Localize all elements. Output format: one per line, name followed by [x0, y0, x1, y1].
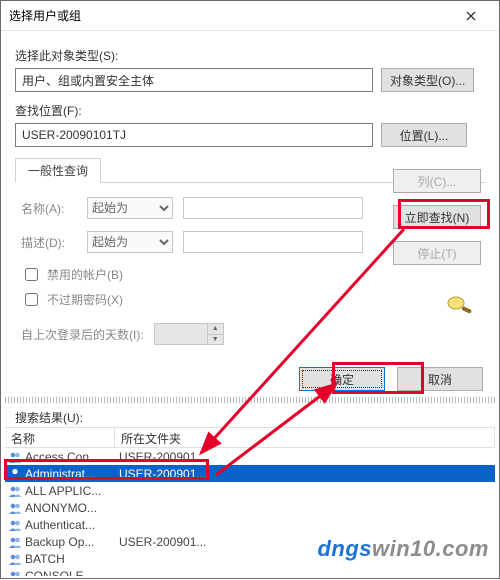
- name-label: 名称(A):: [21, 200, 77, 217]
- results-label: 搜索结果(U):: [15, 409, 83, 426]
- ok-button[interactable]: 确定: [299, 367, 385, 391]
- name-match-select[interactable]: 起始为: [87, 197, 173, 219]
- row-name: CONSOLE ...: [25, 569, 117, 577]
- chevron-down-icon[interactable]: ▼: [207, 335, 223, 345]
- non-expiring-label: 不过期密码(X): [47, 291, 123, 308]
- col-folder-header[interactable]: 所在文件夹: [115, 428, 495, 447]
- row-name: BATCH: [25, 552, 117, 566]
- object-type-label: 选择此对象类型(S):: [15, 47, 485, 64]
- disabled-accounts-label: 禁用的帐户(B): [47, 266, 123, 283]
- table-row[interactable]: ANONYMO...: [5, 499, 495, 516]
- row-folder: USER-200901...: [117, 467, 495, 481]
- window-title: 选择用户或组: [9, 7, 451, 24]
- disabled-accounts-checkbox[interactable]: [25, 268, 38, 281]
- object-types-button[interactable]: 对象类型(O)...: [381, 68, 474, 92]
- location-label: 查找位置(F):: [15, 102, 485, 119]
- group-icon: [7, 535, 23, 549]
- name-input[interactable]: [183, 197, 363, 219]
- desc-match-select[interactable]: 起始为: [87, 231, 173, 253]
- divider: [5, 397, 495, 403]
- object-type-field[interactable]: [15, 68, 373, 92]
- cancel-button[interactable]: 取消: [397, 367, 483, 391]
- stop-button[interactable]: 停止(T): [393, 241, 481, 265]
- locations-button[interactable]: 位置(L)...: [381, 123, 467, 147]
- days-label: 自上次登录后的天数(I):: [21, 326, 144, 343]
- group-icon: [7, 501, 23, 515]
- table-row[interactable]: ALL APPLIC...: [5, 482, 495, 499]
- close-icon: [466, 11, 476, 21]
- row-name: Authenticat...: [25, 518, 117, 532]
- col-name-header[interactable]: 名称: [5, 428, 115, 447]
- user-icon: [7, 467, 23, 481]
- table-row[interactable]: Access Con...USER-200901...: [5, 448, 495, 465]
- table-row[interactable]: Authenticat...: [5, 516, 495, 533]
- days-spinner[interactable]: ▲▼: [154, 323, 224, 345]
- watermark: dngswin10.com: [317, 536, 489, 562]
- group-icon: [7, 518, 23, 532]
- close-button[interactable]: [451, 2, 491, 30]
- table-row[interactable]: CONSOLE ...: [5, 567, 495, 576]
- row-name: ANONYMO...: [25, 501, 117, 515]
- row-name: Access Con...: [25, 450, 117, 464]
- location-field[interactable]: [15, 123, 373, 147]
- group-icon: [7, 484, 23, 498]
- right-button-column: 列(C)... 立即查找(N) 停止(T): [393, 169, 483, 277]
- search-icon: [441, 293, 475, 315]
- row-name: Administrat...: [25, 467, 117, 481]
- non-expiring-checkbox[interactable]: [25, 293, 38, 306]
- group-icon: [7, 569, 23, 577]
- tab-common-queries[interactable]: 一般性查询: [15, 158, 101, 183]
- desc-label: 描述(D):: [21, 234, 77, 251]
- table-row[interactable]: Administrat...USER-200901...: [5, 465, 495, 482]
- group-icon: [7, 552, 23, 566]
- row-name: ALL APPLIC...: [25, 484, 117, 498]
- columns-button[interactable]: 列(C)...: [393, 169, 481, 193]
- row-name: Backup Op...: [25, 535, 117, 549]
- row-folder: USER-200901...: [117, 450, 495, 464]
- titlebar: 选择用户或组: [1, 1, 499, 31]
- desc-input[interactable]: [183, 231, 363, 253]
- grid-header: 名称 所在文件夹: [5, 428, 495, 448]
- chevron-up-icon[interactable]: ▲: [207, 324, 223, 335]
- find-now-button[interactable]: 立即查找(N): [393, 205, 481, 229]
- group-icon: [7, 450, 23, 464]
- dialog-window: 选择用户或组 选择此对象类型(S): 对象类型(O)... 查找位置(F): 位…: [0, 0, 500, 579]
